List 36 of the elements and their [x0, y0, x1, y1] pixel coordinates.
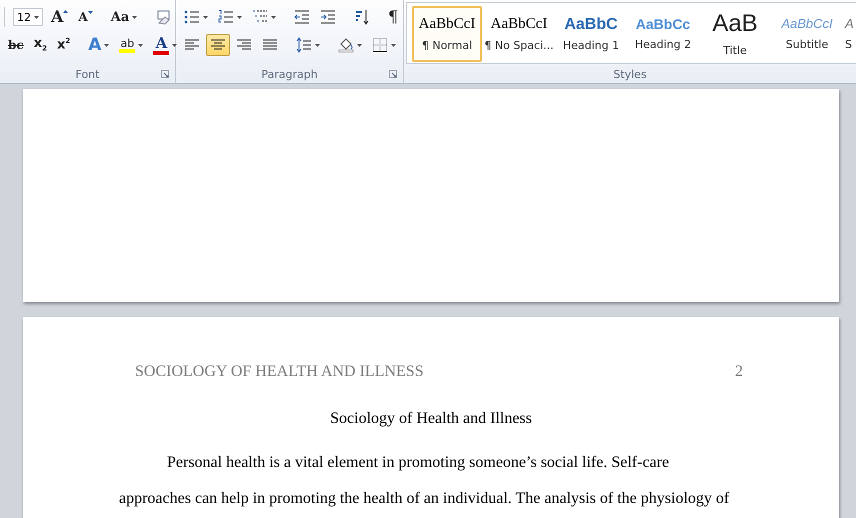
eraser-icon — [155, 9, 172, 25]
caret-up-icon — [63, 10, 68, 13]
numbered-list-icon — [218, 9, 234, 25]
caret-icon — [34, 16, 39, 18]
strikethrough-button[interactable]: bc — [4, 34, 28, 56]
paint-bucket-icon — [338, 37, 354, 53]
superscript-button[interactable]: x$^{2}$ — [52, 34, 74, 56]
group-label: Paragraph — [261, 68, 318, 80]
group-label: Styles — [613, 68, 647, 80]
group-label: Font — [76, 68, 100, 80]
increase-indent-icon — [320, 9, 336, 25]
dialog-launcher-icon[interactable] — [389, 70, 397, 78]
page-number: 2 — [735, 363, 743, 381]
line-spacing-icon — [296, 37, 312, 53]
caret-down-icon — [88, 11, 93, 14]
show-marks-button[interactable]: ¶ — [384, 6, 402, 28]
running-header: SOCIOLOGY OF HEALTH AND ILLNESS — [135, 363, 424, 381]
decrease-indent-icon — [294, 9, 310, 25]
font-size-field[interactable]: 12 — [13, 8, 43, 26]
change-case-button[interactable]: Aa — [106, 6, 142, 28]
font-color-button[interactable]: A — [149, 34, 182, 56]
align-center-button[interactable] — [206, 34, 230, 56]
dialog-launcher-icon[interactable] — [161, 70, 169, 78]
subscript-button[interactable]: x$_{2}$ — [30, 34, 51, 56]
grow-font-button[interactable]: A — [47, 6, 72, 28]
body-paragraph: Personal health is a vital element in promoting someone’s social life. Self-care approaches can help in promoting the health of an individual. The analysis of the physiology of — [119, 453, 730, 509]
highlight-color-bar — [119, 48, 136, 52]
font-color-bar — [153, 50, 170, 54]
sort-icon — [354, 9, 370, 25]
shrink-font-button[interactable]: A — [74, 6, 97, 28]
borders-icon — [372, 37, 388, 53]
highlight-button[interactable]: ab — [115, 34, 148, 56]
bulleted-list-icon — [184, 9, 200, 25]
text-effects-button[interactable]: A — [84, 34, 114, 56]
style-tile[interactable]: AaBbCcI ¶ Normal — [412, 6, 482, 62]
document-title: Sociology of Health and Illness — [330, 410, 532, 427]
